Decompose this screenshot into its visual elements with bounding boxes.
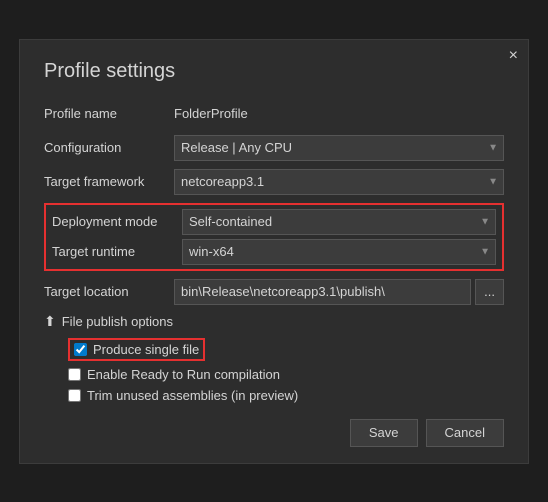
produce-single-file-row: Produce single file	[68, 338, 504, 361]
checkbox-group: Produce single file Enable Ready to Run …	[68, 338, 504, 403]
target-location-input[interactable]	[174, 279, 471, 305]
trim-unused-row: Trim unused assemblies (in preview)	[68, 388, 504, 403]
target-location-label: Target location	[44, 284, 174, 299]
configuration-row: Configuration Release | Any CPU ▼	[44, 135, 504, 161]
profile-name-label: Profile name	[44, 106, 174, 121]
enable-ready-text: Enable Ready to Run compilation	[87, 367, 280, 382]
close-button[interactable]: ×	[509, 48, 518, 64]
target-location-row: Target location ...	[44, 279, 504, 305]
profile-name-value: FolderProfile	[174, 106, 248, 121]
save-button[interactable]: Save	[350, 419, 418, 447]
dialog-title: Profile settings	[44, 60, 504, 83]
produce-single-file-highlight: Produce single file	[68, 338, 205, 361]
produce-single-file-label[interactable]: Produce single file	[74, 342, 199, 357]
enable-ready-row: Enable Ready to Run compilation	[68, 367, 504, 382]
deployment-mode-select[interactable]: Self-contained	[182, 209, 496, 235]
target-runtime-select[interactable]: win-x64	[182, 239, 496, 265]
target-framework-select-wrap: netcoreapp3.1 ▼	[174, 169, 504, 195]
deployment-mode-row: Deployment mode Self-contained ▼	[52, 209, 496, 235]
trim-unused-checkbox[interactable]	[68, 389, 81, 402]
target-framework-row: Target framework netcoreapp3.1 ▼	[44, 169, 504, 195]
target-framework-label: Target framework	[44, 174, 174, 189]
deployment-highlight-section: Deployment mode Self-contained ▼ Target …	[44, 203, 504, 271]
cancel-button[interactable]: Cancel	[426, 419, 504, 447]
trim-unused-label[interactable]: Trim unused assemblies (in preview)	[68, 388, 298, 403]
enable-ready-checkbox[interactable]	[68, 368, 81, 381]
profile-settings-dialog: × Profile settings Profile name FolderPr…	[19, 39, 529, 464]
file-publish-section-header[interactable]: ⬆ File publish options	[44, 313, 504, 330]
configuration-select[interactable]: Release | Any CPU	[174, 135, 504, 161]
trim-unused-text: Trim unused assemblies (in preview)	[87, 388, 298, 403]
target-runtime-select-wrap: win-x64 ▼	[182, 239, 496, 265]
configuration-label: Configuration	[44, 140, 174, 155]
target-runtime-row: Target runtime win-x64 ▼	[52, 239, 496, 265]
expand-icon: ⬆	[44, 313, 56, 330]
produce-single-file-checkbox[interactable]	[74, 343, 87, 356]
target-runtime-label: Target runtime	[52, 244, 182, 259]
deployment-mode-label: Deployment mode	[52, 214, 182, 229]
enable-ready-label[interactable]: Enable Ready to Run compilation	[68, 367, 280, 382]
produce-single-file-text: Produce single file	[93, 342, 199, 357]
file-publish-title: File publish options	[62, 314, 173, 329]
dialog-footer: Save Cancel	[44, 419, 504, 447]
configuration-select-wrap: Release | Any CPU ▼	[174, 135, 504, 161]
browse-button[interactable]: ...	[475, 279, 504, 305]
target-framework-select[interactable]: netcoreapp3.1	[174, 169, 504, 195]
profile-name-row: Profile name FolderProfile	[44, 101, 504, 127]
deployment-mode-select-wrap: Self-contained ▼	[182, 209, 496, 235]
